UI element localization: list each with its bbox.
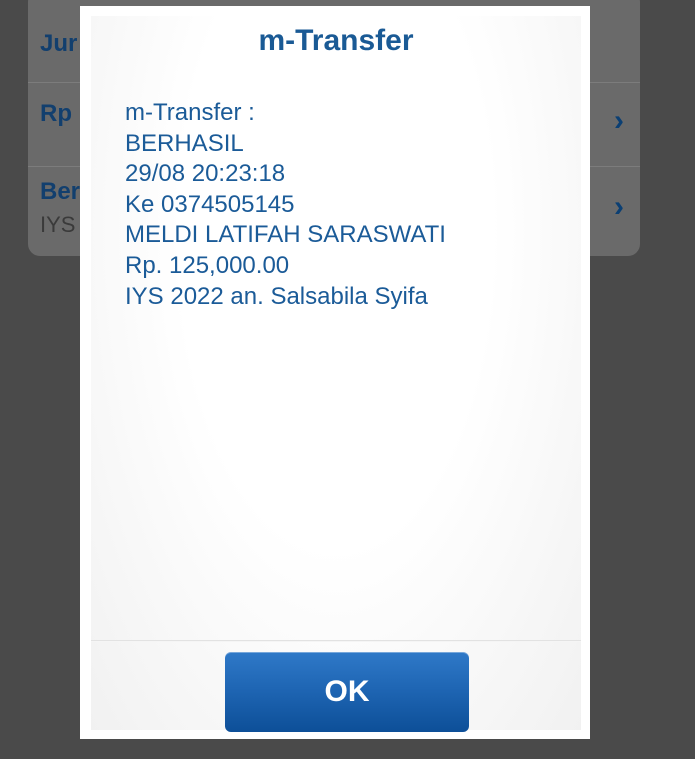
chevron-right-icon: › — [614, 104, 624, 137]
list-item-sublabel: IYS — [40, 212, 76, 237]
message-line: m-Transfer : — [125, 99, 255, 126]
dialog-title: m-Transfer — [258, 24, 414, 57]
dialog-body: m-Transfer m-Transfer : BERHASIL 29/08 2… — [91, 16, 581, 732]
message-line: BERHASIL — [125, 129, 244, 157]
chevron-right-icon: › — [614, 190, 624, 223]
message-line: Rp. 125,000.00 — [125, 251, 290, 279]
dialog-message: m-Transfer : BERHASIL 29/08 20:23:18 Ke … — [125, 98, 565, 312]
list-item-label: Rp — [40, 100, 72, 127]
ok-button[interactable]: OK — [225, 652, 469, 732]
message-line: 29/08 20:23:18 — [125, 160, 286, 188]
message-line: IYS 2022 an. Salsabila Syifa — [125, 282, 428, 310]
dialog-divider — [91, 640, 581, 642]
list-item-label: Ber — [40, 178, 81, 205]
list-item-label: Jur — [40, 30, 78, 57]
message-line: Ke 0374505145 — [125, 190, 295, 218]
message-line: MELDI LATIFAH SARASWATI — [125, 221, 446, 249]
transfer-result-dialog: m-Transfer m-Transfer : BERHASIL 29/08 2… — [80, 6, 590, 739]
